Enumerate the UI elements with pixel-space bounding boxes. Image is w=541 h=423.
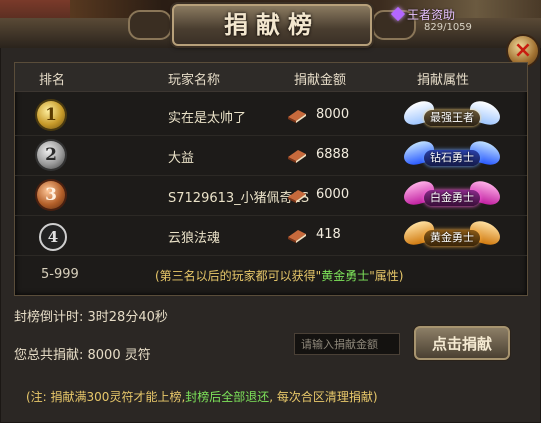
vip-status: 王者资助	[390, 6, 456, 23]
attribute-badge: 黄金勇士	[402, 217, 502, 250]
attribute-label: 白金勇士	[424, 190, 480, 206]
footnote-prefix: (注: 捐献满300灵符才能上榜,	[26, 390, 186, 404]
table-row: 4 云狼法魂 418 黄金勇士	[15, 215, 527, 256]
table-row: 1 实在是太帅了 8000 最强王者	[15, 95, 527, 136]
header-rank: 排名	[39, 73, 66, 88]
donation-amount: 8000	[315, 107, 350, 122]
book-icon	[288, 150, 306, 163]
table-row: 2 大益 6888 钻石勇士	[15, 135, 527, 176]
close-countdown: 封榜倒计时: 3时28分40秒	[14, 310, 168, 325]
remaining-note-highlight: 黄金勇士	[321, 269, 370, 283]
footnote-highlight: 封榜后全部退还	[185, 390, 270, 404]
book-icon	[288, 190, 306, 203]
title-plate: 捐献榜	[172, 4, 372, 46]
vip-label: 王者资助	[407, 8, 456, 22]
attribute-badge: 钻石勇士	[402, 137, 502, 170]
header-player-name: 玩家名称	[168, 73, 221, 88]
donation-amount-input[interactable]	[294, 333, 400, 355]
rank-circle-icon: 4	[39, 223, 67, 251]
footnote: (注: 捐献满300灵符才能上榜,封榜后全部退还, 每次合区清理捐献)	[26, 388, 378, 405]
gem-icon	[390, 6, 406, 22]
donation-amount: 418	[315, 227, 341, 242]
book-icon	[288, 110, 306, 123]
table-row-remaining: 5-999 (第三名以后的玩家都可以获得"黄金勇士"属性)	[15, 255, 527, 295]
remaining-note-prefix: (第三名以后的玩家都可以获得"	[155, 269, 322, 283]
remaining-rank-range: 5-999	[41, 267, 79, 282]
donation-amount: 6888	[315, 147, 350, 162]
remaining-note-suffix: "属性)	[369, 269, 404, 283]
total-donated: 您总共捐献: 8000 灵符	[14, 348, 151, 363]
header-amount: 捐献金额	[294, 73, 347, 88]
header-attribute: 捐献属性	[417, 73, 470, 88]
window-title: 捐献榜	[224, 10, 320, 39]
silver-medal-icon: 2	[37, 141, 65, 169]
title-ornament-left	[128, 10, 172, 40]
attribute-label: 黄金勇士	[424, 230, 480, 246]
donation-table: 排名 玩家名称 捐献金额 捐献属性 1 实在是太帅了 8000 最强王者 2 大…	[14, 62, 528, 296]
remaining-note: (第三名以后的玩家都可以获得"黄金勇士"属性)	[155, 267, 403, 284]
vip-count: 829/1059	[424, 22, 472, 33]
bronze-medal-icon: 3	[37, 181, 65, 209]
table-header: 排名 玩家名称 捐献金额 捐献属性	[15, 63, 527, 92]
attribute-badge: 最强王者	[402, 97, 502, 130]
book-icon	[288, 230, 306, 243]
attribute-label: 最强王者	[424, 110, 480, 126]
footnote-suffix: , 每次合区清理捐献)	[269, 390, 378, 404]
donate-button[interactable]: 点击捐献	[414, 326, 510, 360]
gold-medal-icon: 1	[37, 101, 65, 129]
table-row: 3 S7129613_小猪佩奇1S 6000 白金勇士	[15, 175, 527, 216]
donation-amount: 6000	[315, 187, 350, 202]
attribute-label: 钻石勇士	[424, 150, 480, 166]
attribute-badge: 白金勇士	[402, 177, 502, 210]
